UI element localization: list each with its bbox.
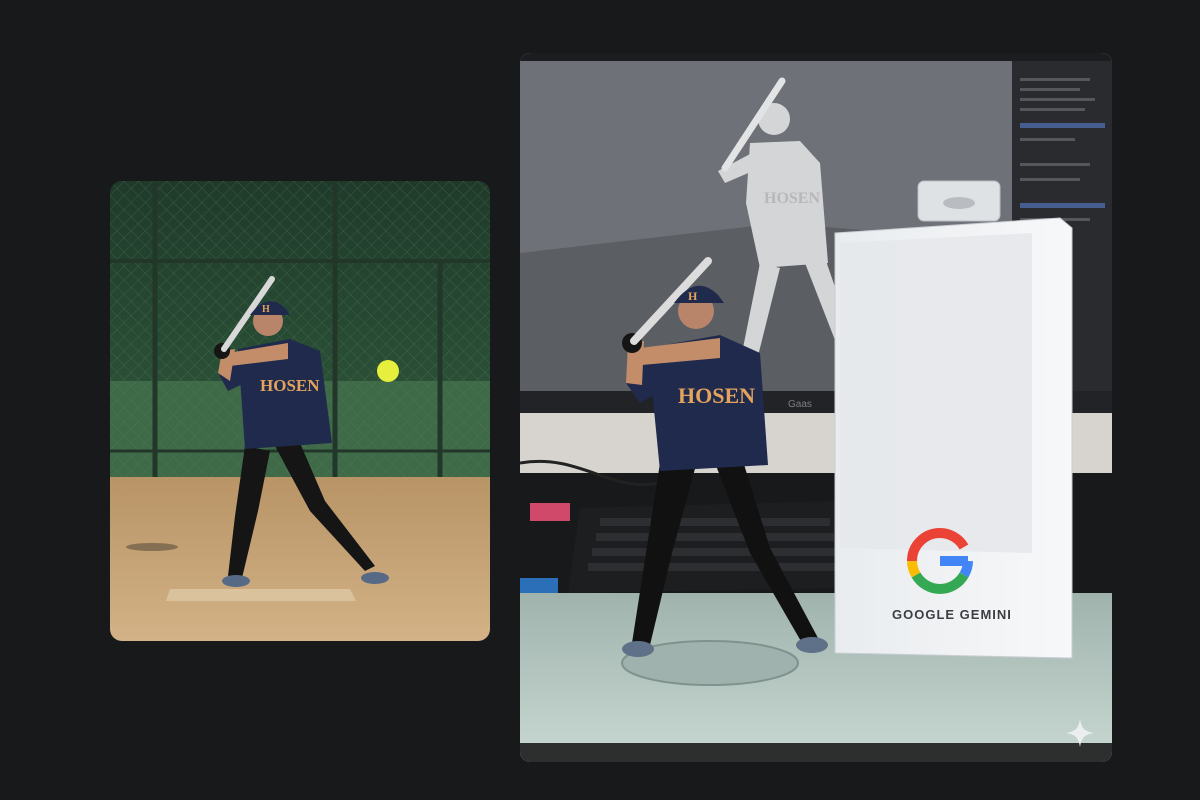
figurine-cap-letter: H (688, 289, 698, 303)
model-jersey-text: HOSEN (764, 190, 820, 207)
batters-mat (166, 589, 356, 601)
box-brand-text: GOOGLE GEMINI (892, 607, 1012, 622)
collage-stage: HOSEN H HOSEN Gaas HOSEN H GOOGLE GEMINI (0, 0, 1200, 800)
keyboard (568, 501, 850, 593)
figurine-scene: HOSEN Gaas HOSEN H GOOGLE GEMINI (520, 53, 1112, 762)
figurine-box: GOOGLE GEMINI (834, 180, 1073, 659)
box-window (840, 233, 1032, 553)
softball (377, 360, 399, 382)
cap-letter-left: H (262, 304, 270, 315)
pink-item (530, 503, 570, 521)
real-batter-photo: HOSEN H (110, 181, 490, 641)
figurine-jersey-text: HOSEN (678, 383, 755, 408)
monitor-brand: Gaas (788, 399, 812, 410)
real-batter-scene: HOSEN H (110, 181, 490, 641)
figurine-photo: HOSEN Gaas HOSEN H GOOGLE GEMINI (520, 53, 1112, 762)
dirt-infield (110, 477, 490, 641)
jersey-text-left: HOSEN (260, 376, 320, 395)
